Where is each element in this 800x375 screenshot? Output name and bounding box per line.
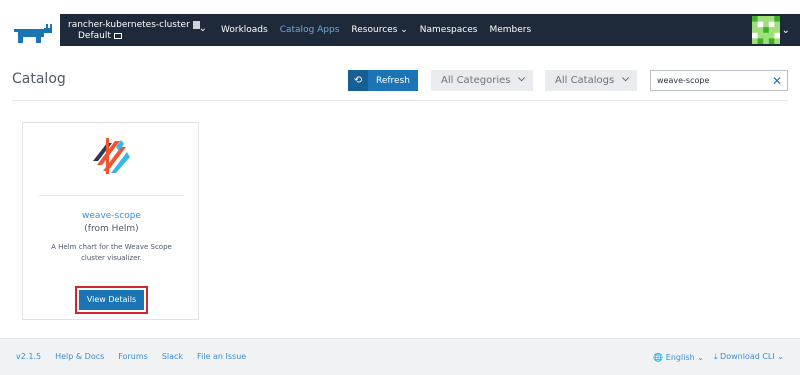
catalogs-value: All Catalogs: [555, 75, 615, 86]
nav-catalog-apps[interactable]: Catalog Apps: [274, 14, 346, 46]
view-details-button[interactable]: View Details: [79, 290, 144, 310]
chevron-down-icon: ⌄: [198, 23, 207, 34]
language-label: English: [665, 352, 695, 362]
cluster-switcher[interactable]: rancher-kubernetes-cluster Default ⌄: [60, 14, 215, 46]
catalog-app-card: weave-scope (from Helm) A Helm chart for…: [22, 122, 199, 320]
clear-search-icon[interactable]: ✕: [772, 74, 782, 88]
chevron-down-icon: ⌄: [777, 352, 784, 361]
nav-resources[interactable]: Resources ⌄: [345, 14, 413, 46]
app-description: A Helm chart for the Weave Scope cluster…: [51, 243, 172, 262]
refresh-button[interactable]: ⟲ Refresh: [348, 70, 418, 91]
nav-namespaces[interactable]: Namespaces: [414, 14, 484, 46]
categories-select[interactable]: All Categories ⌵: [431, 70, 533, 91]
rancher-logo-icon[interactable]: [14, 24, 56, 44]
chevron-down-icon: ⌄: [697, 352, 704, 362]
help-docs-link[interactable]: Help & Docs: [55, 352, 104, 361]
catalogs-select[interactable]: All Catalogs ⌵: [545, 70, 637, 91]
project-icon: [113, 32, 122, 39]
cluster-name: rancher-kubernetes-cluster: [68, 19, 190, 30]
chevron-down-icon: ⌵: [518, 74, 525, 84]
footer: v2.1.5 Help & Docs Forums Slack File an …: [0, 338, 800, 375]
refresh-icon: ⟲: [348, 70, 368, 91]
download-icon: ⤓: [713, 352, 718, 361]
nav-members[interactable]: Members: [483, 14, 537, 46]
nav-workloads[interactable]: Workloads: [215, 14, 274, 46]
weave-scope-logo-icon: [93, 138, 130, 174]
download-cli-link[interactable]: ⤓ Download CLI ⌄: [714, 352, 784, 362]
download-label: Download CLI: [720, 352, 775, 361]
app-title-link[interactable]: weave-scope: [23, 211, 200, 221]
app-source: (from Helm): [84, 224, 139, 234]
search-input[interactable]: weave-scope ✕: [650, 70, 788, 91]
navbar: rancher-kubernetes-cluster Default ⌄ Wor…: [60, 14, 800, 46]
forums-link[interactable]: Forums: [118, 352, 148, 361]
page-title: Catalog: [12, 71, 66, 87]
globe-icon: 🌐: [653, 352, 664, 362]
header: rancher-kubernetes-cluster Default ⌄ Wor…: [0, 0, 800, 46]
search-value: weave-scope: [657, 76, 710, 85]
project-name: Default: [78, 30, 111, 41]
main-nav: Workloads Catalog Apps Resources ⌄ Names…: [215, 14, 537, 46]
user-menu[interactable]: ⌄: [751, 16, 790, 44]
divider: [12, 100, 788, 101]
card-divider: [39, 195, 184, 196]
chevron-down-icon: ⌵: [622, 74, 629, 84]
categories-value: All Categories: [441, 75, 511, 86]
version-link[interactable]: v2.1.5: [16, 352, 41, 361]
slack-link[interactable]: Slack: [162, 352, 183, 361]
refresh-label: Refresh: [376, 75, 410, 86]
chevron-down-icon: ⌄: [781, 24, 790, 36]
language-selector[interactable]: 🌐 English ⌄: [653, 353, 704, 362]
avatar: [751, 16, 780, 44]
file-issue-link[interactable]: File an Issue: [197, 352, 246, 361]
